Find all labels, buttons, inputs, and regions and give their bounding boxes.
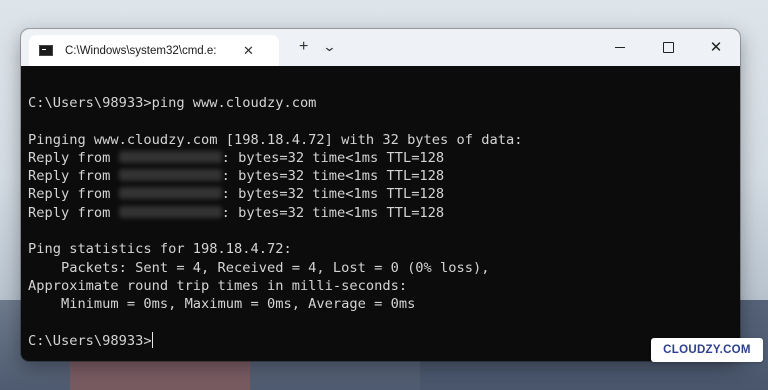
reply-suffix: : bytes=32 time<1ms TTL=128 [221,149,445,166]
reply-line: Reply from : bytes=32 time<1ms TTL=128 [28,167,740,185]
maximize-icon [662,42,674,53]
window-controls: ✕ [596,29,740,66]
pinging-line: Pinging www.cloudzy.com [198.18.4.72] wi… [28,131,523,148]
reply-prefix: Reply from [28,168,119,185]
rtt-values: Minimum = 0ms, Maximum = 0ms, Average = … [28,296,416,313]
reply-suffix: : bytes=32 time<1ms TTL=128 [221,168,445,185]
prompt-line[interactable]: C:\Users\98933> [28,331,740,350]
tab-cmd[interactable]: C:\Windows\system32\cmd.e: ✕ [29,35,279,66]
terminal-icon [39,45,53,56]
reply-prefix: Reply from [28,149,119,166]
reply-line: Reply from : bytes=32 time<1ms TTL=128 [28,204,740,222]
cloudzy-watermark: CLOUDZY.COM [651,338,763,362]
redacted-ip [118,205,222,218]
stats-header: Ping statistics for 198.18.4.72: [28,241,292,258]
console-output[interactable]: C:\Users\98933>ping www.cloudzy.com Pingi… [21,66,740,361]
prompt: C:\Users\98933> [28,332,152,349]
title-bar[interactable]: C:\Windows\system32\cmd.e: ✕ + ⌄ ✕ [21,29,740,66]
maximize-button[interactable] [644,29,692,66]
tab-dropdown-icon[interactable]: ⌄ [322,39,336,55]
redacted-ip [118,150,222,163]
rtt-header: Approximate round trip times in milli-se… [28,277,408,294]
text-cursor [151,331,154,348]
tab-close-icon[interactable]: ✕ [243,43,254,59]
reply-prefix: Reply from [28,204,119,221]
close-icon: ✕ [709,39,723,56]
reply-suffix: : bytes=32 time<1ms TTL=128 [221,186,445,203]
reply-suffix: : bytes=32 time<1ms TTL=128 [221,204,445,221]
terminal-window[interactable]: C:\Windows\system32\cmd.e: ✕ + ⌄ ✕ C:\Us… [21,29,740,361]
minimize-button[interactable] [596,29,644,66]
close-button[interactable]: ✕ [692,29,740,66]
minimize-icon [615,47,625,48]
reply-line: Reply from : bytes=32 time<1ms TTL=128 [28,149,740,167]
command-line: C:\Users\98933>ping www.cloudzy.com [28,95,317,111]
tab-title: C:\Windows\system32\cmd.e: [65,44,217,57]
redacted-ip [118,187,222,200]
reply-line: Reply from : bytes=32 time<1ms TTL=128 [28,185,740,203]
redacted-ip [118,169,222,182]
new-tab-button[interactable]: + [299,38,308,56]
reply-prefix: Reply from [28,186,119,203]
packets-line: Packets: Sent = 4, Received = 4, Lost = … [28,259,490,276]
